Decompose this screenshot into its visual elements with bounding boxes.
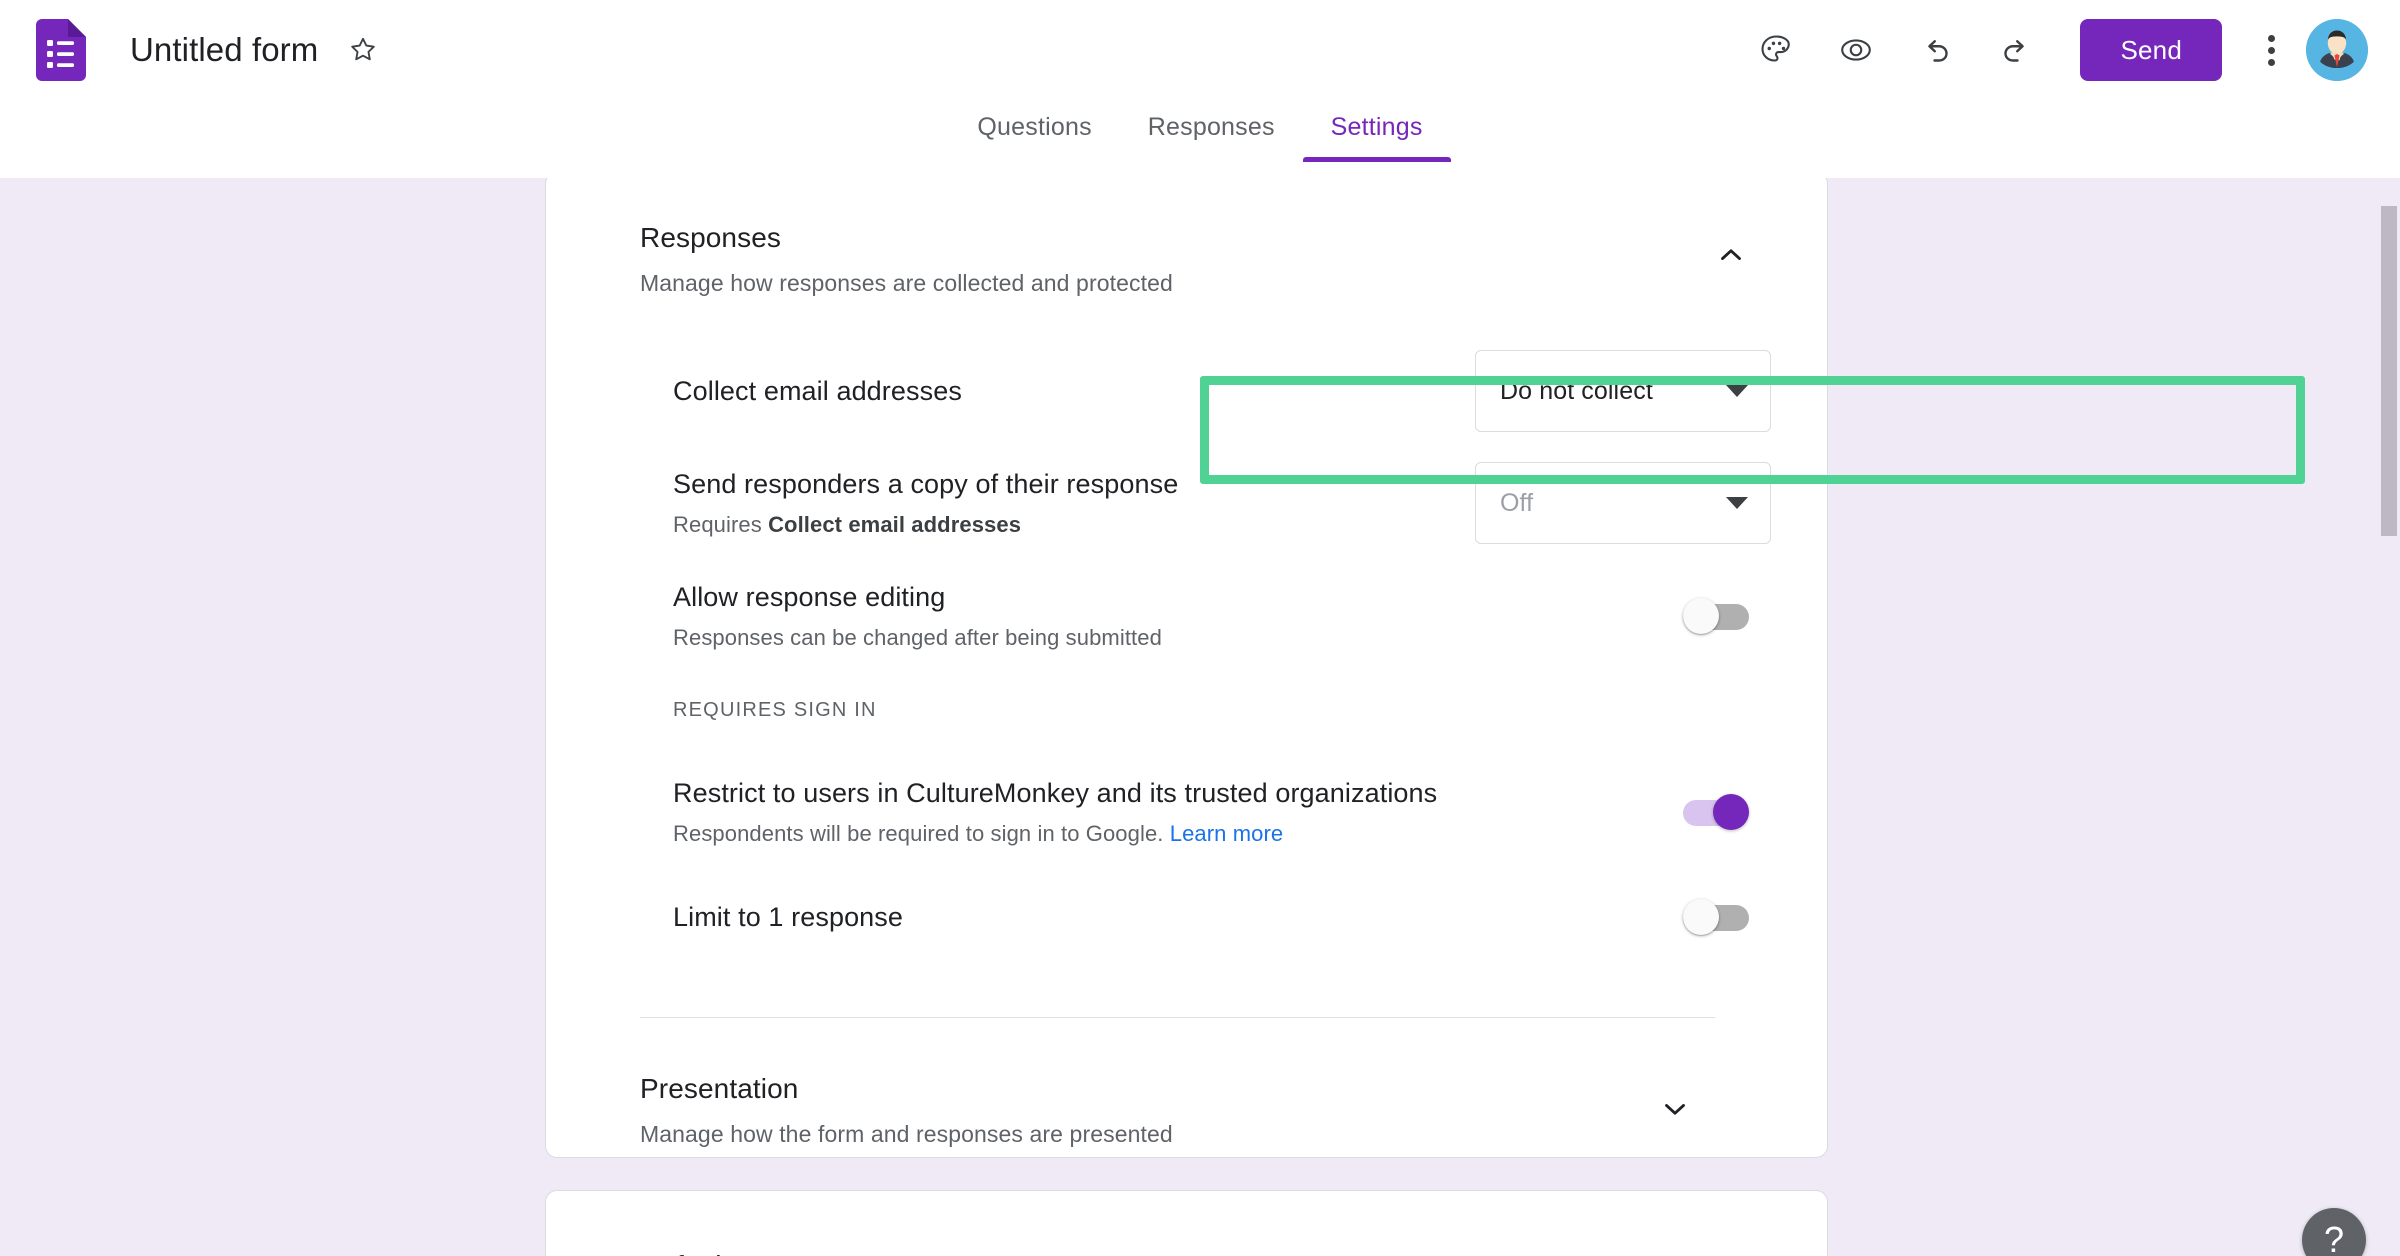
requires-sign-in-caption: REQUIRES SIGN IN xyxy=(673,699,877,721)
allow-editing-toggle[interactable] xyxy=(1683,598,1749,634)
presentation-section-title: Presentation xyxy=(640,1073,799,1104)
defaults-section-title: Defaults xyxy=(640,1249,1771,1256)
toggle-knob xyxy=(1713,794,1749,830)
defaults-section-header[interactable]: Defaults xyxy=(546,1191,1827,1256)
learn-more-link[interactable]: Learn more xyxy=(1170,821,1284,846)
setting-labels: Send responders a copy of their response… xyxy=(673,467,1475,539)
setting-row-allow-editing: Allow response editing Responses can be … xyxy=(546,561,1771,671)
collect-email-select[interactable]: Do not collect xyxy=(1475,350,1771,432)
responses-section-header[interactable]: Responses Manage how responses are colle… xyxy=(546,178,1827,337)
chevron-down-icon xyxy=(1726,497,1748,509)
collect-email-select-value: Do not collect xyxy=(1500,377,1653,405)
tab-bar: Questions Responses Settings xyxy=(0,100,2400,178)
presentation-section-subtitle: Manage how the form and responses are pr… xyxy=(640,1121,1173,1147)
kebab-more-vert-icon[interactable] xyxy=(2244,20,2298,80)
tab-settings[interactable]: Settings xyxy=(1302,100,1451,162)
palette-icon[interactable] xyxy=(1746,20,1806,80)
undo-arrow-icon[interactable] xyxy=(1906,20,1966,80)
chevron-up-icon[interactable] xyxy=(1709,233,1753,277)
responses-section-subtitle: Manage how responses are collected and p… xyxy=(640,270,1173,296)
send-copy-select-value: Off xyxy=(1500,489,1534,517)
setting-title-collect-email: Collect email addresses xyxy=(673,376,962,406)
setting-title-limit-response: Limit to 1 response xyxy=(673,902,904,932)
scrollbar-thumb[interactable] xyxy=(2381,206,2397,536)
chevron-down-icon xyxy=(1726,385,1748,397)
chevron-down-icon[interactable] xyxy=(1653,1087,1697,1131)
responses-settings-list: Collect email addresses Do not collect S… xyxy=(546,337,2305,1200)
restrict-users-toggle[interactable] xyxy=(1683,794,1749,830)
responses-section-title: Responses xyxy=(640,222,781,253)
send-button[interactable]: Send xyxy=(2080,19,2222,81)
tab-responses[interactable]: Responses xyxy=(1120,100,1303,162)
app-header: Untitled form Send Questions Responses S… xyxy=(0,0,2400,178)
setting-row-limit-response: Limit to 1 response xyxy=(546,867,1771,967)
toggle-knob xyxy=(1683,598,1719,634)
setting-labels: Allow response editing Responses can be … xyxy=(673,580,1683,652)
settings-scroll-area: Responses Manage how responses are colle… xyxy=(0,178,2400,1256)
setting-row-restrict-users: Restrict to users in CultureMonkey and i… xyxy=(546,757,1771,867)
setting-labels: Restrict to users in CultureMonkey and i… xyxy=(673,776,1683,848)
setting-subtitle-allow-editing: Responses can be changed after being sub… xyxy=(673,625,1162,650)
setting-title-send-copy: Send responders a copy of their response xyxy=(673,469,1179,499)
restrict-subtitle-text: Respondents will be required to sign in … xyxy=(673,821,1170,846)
toggle-knob xyxy=(1683,899,1719,935)
form-title[interactable]: Untitled form xyxy=(130,31,318,69)
requires-bold: Collect email addresses xyxy=(768,512,1022,537)
setting-labels: Limit to 1 response xyxy=(673,900,1683,934)
setting-row-collect-email: Collect email addresses Do not collect xyxy=(546,337,1771,445)
setting-subtitle-restrict-users: Respondents will be required to sign in … xyxy=(673,820,1643,848)
limit-response-toggle[interactable] xyxy=(1683,899,1749,935)
eye-preview-icon[interactable] xyxy=(1826,20,1886,80)
app-header-row: Untitled form Send xyxy=(0,0,2400,100)
send-copy-select[interactable]: Off xyxy=(1475,462,1771,544)
google-forms-icon[interactable] xyxy=(36,19,86,81)
setting-row-send-copy: Send responders a copy of their response… xyxy=(546,445,1771,561)
setting-title-restrict-users: Restrict to users in CultureMonkey and i… xyxy=(673,778,1438,808)
presentation-section-header[interactable]: Presentation Manage how the form and res… xyxy=(546,1018,1771,1200)
star-outline-icon[interactable] xyxy=(344,31,382,69)
setting-labels: Collect email addresses xyxy=(673,374,1475,408)
tab-questions[interactable]: Questions xyxy=(949,100,1119,162)
page-scrollbar[interactable] xyxy=(2378,178,2400,1256)
avatar[interactable] xyxy=(2306,19,2368,81)
setting-title-allow-editing: Allow response editing xyxy=(673,582,946,612)
setting-subtitle-send-copy: Requires Collect email addresses xyxy=(673,511,1435,539)
responses-settings-card: Responses Manage how responses are colle… xyxy=(545,178,2305,1158)
defaults-settings-card: Defaults xyxy=(545,1190,1828,1256)
help-question-icon[interactable]: ? xyxy=(2302,1208,2366,1256)
help-label: ? xyxy=(2323,1219,2345,1256)
requires-prefix: Requires xyxy=(673,512,769,537)
redo-arrow-icon[interactable] xyxy=(1986,20,2046,80)
